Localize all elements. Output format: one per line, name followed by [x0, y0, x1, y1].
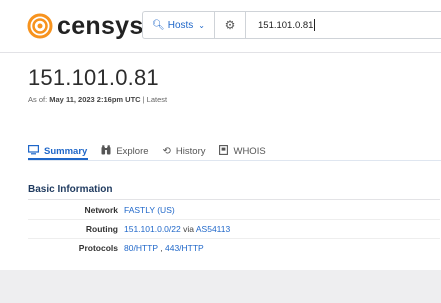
censys-logo-icon	[27, 13, 53, 39]
censys-logo[interactable]: censys	[27, 13, 144, 39]
settings-button[interactable]: ⚙︎	[215, 12, 246, 38]
brand-name: censys	[57, 12, 144, 40]
search-query: 151.101.0.81	[258, 19, 314, 31]
page-title: 151.101.0.81	[28, 65, 159, 90]
tab-label: WHOIS	[233, 146, 266, 157]
as-of-line: As of: May 11, 2023 2:16pm UTC | Latest	[28, 95, 167, 104]
tab-label: History	[175, 146, 206, 157]
history-icon: ⟲	[162, 146, 171, 157]
tab-history[interactable]: ⟲ History	[163, 146, 206, 157]
gear-icon: ⚙︎	[224, 18, 236, 32]
document-icon	[219, 145, 229, 158]
routing-via-text: via	[183, 223, 194, 234]
protocol-link-http-80[interactable]: 80/HTTP	[124, 243, 158, 253]
protocol-link-http-443[interactable]: 443/HTTP	[165, 243, 204, 253]
as-of-date: May 11, 2023 2:16pm UTC	[49, 95, 141, 104]
info-row-protocols: Protocols 80/HTTP , 443/HTTP	[28, 238, 440, 257]
as-of-suffix: | Latest	[140, 95, 168, 104]
host-card: 151.101.0.81 As of: May 11, 2023 2:16pm …	[0, 53, 441, 270]
routing-label: Routing	[85, 223, 118, 234]
info-row-network: Network FASTLY (US)	[28, 200, 440, 219]
top-bar: censys 🔍︎ Hosts ⌄ ⚙︎ 151.101.0.81	[0, 0, 441, 53]
protocol-separator: ,	[160, 242, 163, 253]
search-scope-dropdown[interactable]: 🔍︎ Hosts ⌄	[143, 12, 215, 38]
text-caret	[314, 19, 316, 31]
search-input[interactable]: 151.101.0.81	[246, 19, 316, 31]
as-of-prefix: As of:	[28, 95, 50, 104]
search-scope-label: Hosts	[167, 19, 194, 31]
binoculars-icon	[101, 145, 111, 158]
search-icon: 🔍︎	[152, 19, 165, 31]
tab-bar: Summary Explore ⟲ History WHOIS	[28, 145, 280, 158]
network-label: Network	[84, 204, 118, 215]
tab-divider	[28, 160, 441, 161]
tab-whois[interactable]: WHOIS	[219, 145, 266, 158]
monitor-icon	[28, 145, 40, 158]
tab-summary[interactable]: Summary	[28, 145, 87, 158]
routing-asn-link[interactable]: AS54113	[196, 224, 230, 234]
section-title: Basic Information	[28, 184, 113, 195]
tab-label: Summary	[44, 146, 88, 157]
network-link[interactable]: FASTLY (US)	[124, 205, 175, 215]
info-row-routing: Routing 151.101.0.0/22 via AS54113	[28, 219, 440, 238]
routing-prefix-link[interactable]: 151.101.0.0/22	[124, 224, 181, 234]
search-bar: 🔍︎ Hosts ⌄ ⚙︎ 151.101.0.81	[142, 11, 441, 39]
chevron-down-icon: ⌄	[198, 20, 205, 30]
tab-label: Explore	[116, 146, 149, 157]
protocols-label: Protocols	[78, 242, 118, 253]
tab-explore[interactable]: Explore	[101, 145, 149, 158]
